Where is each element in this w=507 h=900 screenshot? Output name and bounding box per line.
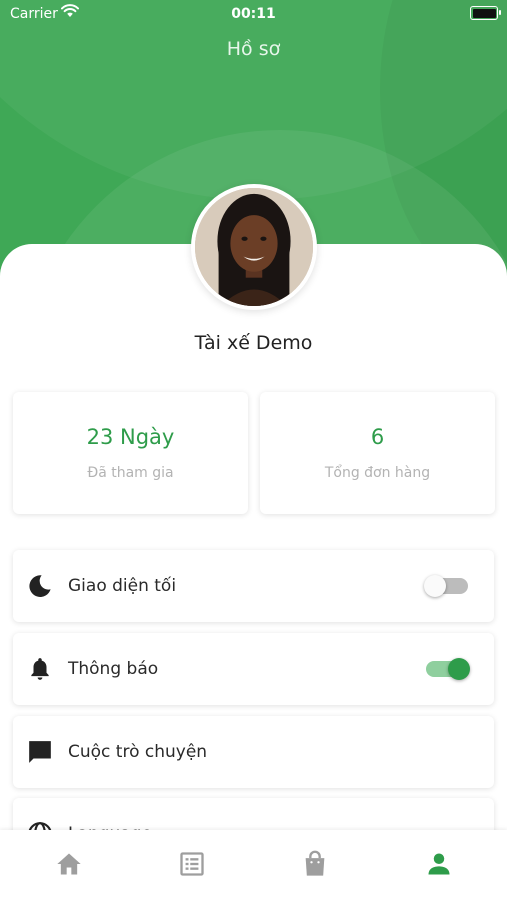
shopping-bag-icon [305,850,325,876]
status-bar: Carrier 00:11 [0,0,507,28]
conversations-row[interactable]: Cuộc trò chuyện [13,716,494,788]
nav-orders[interactable] [177,850,207,878]
notifications-toggle[interactable] [426,658,470,680]
battery-icon [470,6,501,20]
total-orders-label: Tổng đơn hàng [324,465,431,481]
moon-icon [29,575,51,597]
days-joined-card: 23 Ngày Đã tham gia [13,392,248,514]
total-orders-value: 6 [370,425,385,449]
bell-icon [31,658,49,680]
dark-mode-row[interactable]: Giao diện tối [13,550,494,622]
page-title: Hồ sơ [226,38,281,60]
nav-home[interactable] [54,850,84,878]
avatar-photo [195,188,313,306]
orders-list-icon [180,852,204,876]
status-time: 00:11 [231,6,276,22]
dark-mode-label: Giao diện tối [68,576,177,596]
profile-icon [428,853,450,875]
avatar[interactable] [191,184,317,310]
notifications-row[interactable]: Thông báo [13,633,494,705]
conversations-label: Cuộc trò chuyện [68,742,208,762]
home-icon [57,853,81,875]
notifications-label: Thông báo [68,659,159,679]
days-joined-label: Đã tham gia [87,465,174,481]
total-orders-card: 6 Tổng đơn hàng [260,392,495,514]
days-joined-value: 23 Ngày [86,425,175,449]
chat-icon [29,741,51,763]
nav-shop[interactable] [300,850,330,878]
bottom-navigation [0,830,507,900]
user-name: Tài xế Demo [194,332,313,354]
dark-mode-toggle[interactable] [424,575,468,597]
nav-profile[interactable] [424,850,454,878]
